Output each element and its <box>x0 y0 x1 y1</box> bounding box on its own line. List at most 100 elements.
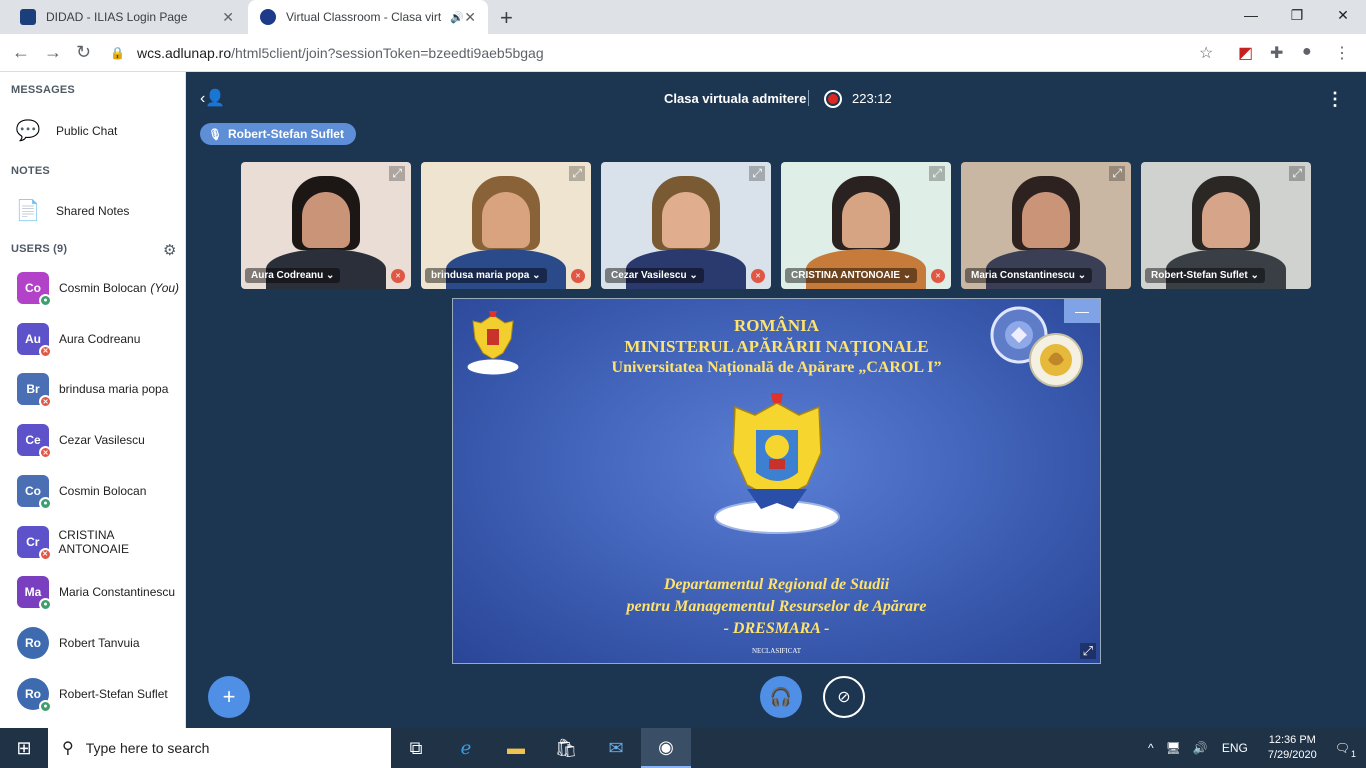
minimize-presentation-button[interactable]: — <box>1064 299 1100 323</box>
chevron-down-icon: ⌄ <box>529 270 541 281</box>
language-indicator[interactable]: ENG <box>1222 741 1248 755</box>
webcam-tile[interactable]: ⤢ brindusa maria popa ⌄ ✕ <box>421 162 591 289</box>
webcam-name-label[interactable]: Cezar Vasilescu ⌄ <box>605 268 704 283</box>
edge-browser-icon[interactable]: ℯ <box>441 728 491 768</box>
user-avatar: Ce ✕ <box>17 424 52 460</box>
fullscreen-icon[interactable]: ⤢ <box>1079 643 1096 659</box>
webcam-tile[interactable]: ⤢ CRISTINA ANTONOAIE ⌄ ✕ <box>781 162 951 289</box>
recording-icon[interactable] <box>824 90 842 108</box>
show-hidden-icons-icon[interactable]: ^ <box>1148 741 1154 755</box>
webcam-tile[interactable]: ⤢ Cezar Vasilescu ⌄ ✕ <box>601 162 771 289</box>
options-menu-icon[interactable]: ⋮ <box>1326 89 1344 110</box>
webcam-tile[interactable]: ⤢ Aura Codreanu ⌄ ✕ <box>241 162 411 289</box>
microphone-muted-icon: ✕ <box>39 344 52 358</box>
microphone-on-icon: ● <box>39 496 52 510</box>
user-initials: Ro <box>25 635 41 650</box>
fullscreen-icon[interactable]: ⤢ <box>749 166 765 181</box>
user-list-item[interactable]: Au ✕ Aura Codreanu <box>17 321 140 358</box>
talking-indicator[interactable]: 🎙 Robert-Stefan Suflet <box>200 123 356 145</box>
user-avatar: Cr ✕ <box>17 525 52 561</box>
user-list-item[interactable]: Ro ● Robert-Stefan Suflet <box>17 676 168 713</box>
gear-icon[interactable]: ⚙ <box>163 241 176 259</box>
fullscreen-icon[interactable]: ⤢ <box>1109 166 1125 181</box>
chevron-down-icon: ⌄ <box>1074 270 1087 281</box>
webcam-tile[interactable]: ⤢ Robert-Stefan Suflet ⌄ <box>1141 162 1311 289</box>
webcam-name-text: Aura Codreanu <box>251 270 324 281</box>
fullscreen-icon[interactable]: ⤢ <box>1289 166 1305 181</box>
file-explorer-icon[interactable]: ▬ <box>491 728 541 768</box>
profile-icon[interactable]: ● <box>1302 43 1312 61</box>
chevron-down-icon: ⌄ <box>323 270 335 281</box>
taskbar-search-box[interactable]: ⚲ Type here to search <box>48 728 391 768</box>
restore-window-button[interactable]: ❐ <box>1274 0 1320 30</box>
store-icon[interactable]: 🛍 <box>541 728 591 768</box>
browser-menu-icon[interactable]: ⋮ <box>1334 43 1350 63</box>
headphones-audio-button[interactable]: 🎧 <box>760 676 802 718</box>
tab-title: Virtual Classroom - Clasa virt <box>286 10 442 24</box>
webcam-tile[interactable]: ⤢ Maria Constantinescu ⌄ <box>961 162 1131 289</box>
microphone-muted-icon: ✕ <box>751 269 765 283</box>
bookmark-star-icon[interactable]: ☆ <box>1199 43 1213 63</box>
shared-notes-item[interactable]: 📄 Shared Notes <box>14 198 130 223</box>
forward-arrow-icon[interactable]: → <box>44 42 62 63</box>
close-window-button[interactable]: ✕ <box>1320 0 1366 30</box>
volume-icon[interactable]: 🔊 <box>1193 741 1208 755</box>
clock[interactable]: 12:36 PM 7/29/2020 <box>1268 733 1317 763</box>
search-placeholder: Type here to search <box>85 740 210 756</box>
notification-center-icon[interactable]: 🗨 1 <box>1335 741 1356 759</box>
network-icon[interactable]: 🖥 <box>1166 741 1181 755</box>
user-initials: Co <box>25 281 41 295</box>
address-bar-row: ← → ↻ 🔒 wcs.adlunap.ro /html5client/join… <box>0 34 1366 72</box>
webcam-name-label[interactable]: CRISTINA ANTONOAIE ⌄ <box>785 268 918 283</box>
webcam-name-label[interactable]: brindusa maria popa ⌄ <box>425 268 547 283</box>
new-tab-button[interactable]: + <box>500 5 513 31</box>
toggle-userlist-icon[interactable]: ‹👤 <box>200 88 225 108</box>
bigbluebutton-icon <box>260 9 276 25</box>
user-list-item[interactable]: Br ✕ brindusa maria popa <box>17 371 168 409</box>
webcam-name-label[interactable]: Aura Codreanu ⌄ <box>245 268 341 283</box>
tab-ilias[interactable]: DIDAD - ILIAS Login Page ✕ <box>8 0 246 34</box>
notification-count: 1 <box>1350 749 1356 759</box>
minimize-window-button[interactable]: — <box>1228 0 1274 30</box>
close-tab-icon[interactable]: ✕ <box>222 9 234 26</box>
user-list-item[interactable]: Ce ✕ Cezar Vasilescu <box>17 422 145 460</box>
reload-icon[interactable]: ↻ <box>76 42 91 63</box>
chrome-icon[interactable]: ◉ <box>641 728 691 768</box>
user-initials: Co <box>25 483 41 498</box>
user-name: Cosmin Bolocan <box>59 483 147 498</box>
webcam-name-label[interactable]: Robert-Stefan Suflet ⌄ <box>1145 268 1265 283</box>
user-list-item[interactable]: Co ● Cosmin Bolocan <box>17 473 147 510</box>
back-arrow-icon[interactable]: ← <box>12 42 30 63</box>
windows-start-icon[interactable]: ⊞ <box>0 728 48 768</box>
mail-icon[interactable]: ✉ <box>591 728 641 768</box>
microphone-on-icon: ● <box>39 598 52 612</box>
fullscreen-icon[interactable]: ⤢ <box>569 166 585 181</box>
talking-name: Robert-Stefan Suflet <box>227 127 344 141</box>
user-list-item[interactable]: Ro Robert Tanvuia <box>17 625 140 661</box>
actions-plus-button[interactable]: + <box>208 676 250 718</box>
participant-face <box>1202 192 1250 248</box>
lock-icon[interactable]: 🔒 <box>110 46 125 60</box>
close-tab-icon[interactable]: ✕ <box>464 9 476 26</box>
clock-time: 12:36 PM <box>1268 734 1316 746</box>
user-list-item[interactable]: Cr ✕ CRISTINA ANTONOAIE <box>17 524 185 561</box>
speaker-icon[interactable]: 🔊 <box>450 11 464 24</box>
chevron-down-icon: ⌄ <box>1247 270 1259 281</box>
participant-face <box>842 192 890 248</box>
user-list-item[interactable]: Ma ● Maria Constantinescu <box>17 574 175 612</box>
fullscreen-icon[interactable]: ⤢ <box>929 166 945 181</box>
fullscreen-icon[interactable]: ⤢ <box>389 166 405 181</box>
sidebar: MESSAGES 💬 Public Chat NOTES 📄 Shared No… <box>0 72 186 728</box>
user-name: Robert-Stefan Suflet <box>59 686 168 701</box>
pdf-extension-icon[interactable]: ◩ <box>1238 43 1253 63</box>
user-list-item[interactable]: Co ● Cosmin Bolocan (You) <box>17 270 179 307</box>
microphone-muted-icon: ✕ <box>39 395 52 409</box>
task-view-icon[interactable]: ⧉ <box>391 728 441 768</box>
camera-off-button[interactable]: ⊘ <box>823 676 865 718</box>
shared-notes-label: Shared Notes <box>56 203 130 218</box>
webcam-name-label[interactable]: Maria Constantinescu ⌄ <box>965 268 1093 283</box>
url-field[interactable]: 🔒 wcs.adlunap.ro /html5client/join?sessi… <box>110 39 1230 67</box>
tab-virtual-classroom[interactable]: Virtual Classroom - Clasa virt 🔊 ✕ <box>248 0 488 34</box>
public-chat-item[interactable]: 💬 Public Chat <box>14 118 118 143</box>
extensions-puzzle-icon[interactable]: ✚ <box>1270 43 1283 63</box>
